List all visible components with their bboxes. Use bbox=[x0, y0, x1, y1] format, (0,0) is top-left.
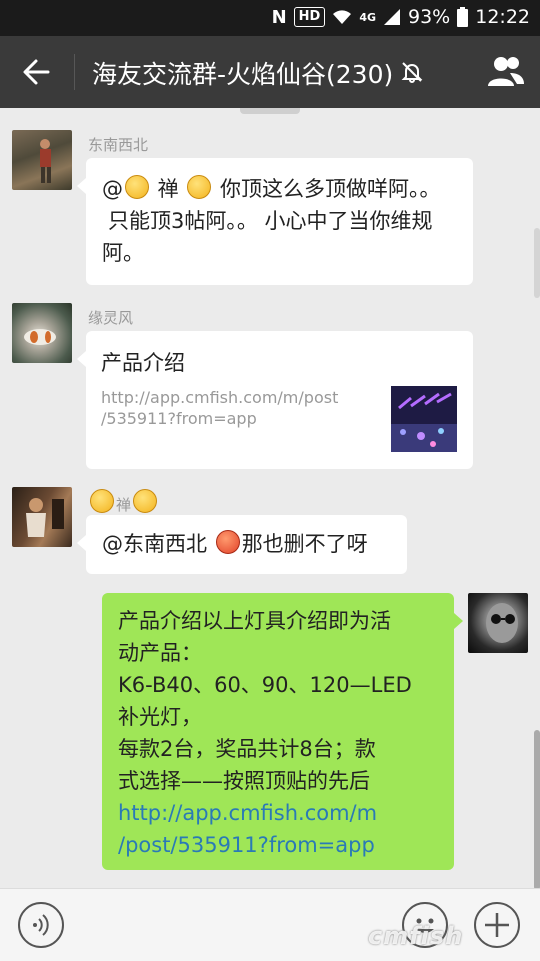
message-line: 动产品： bbox=[118, 641, 202, 665]
battery-percent: 93% bbox=[408, 6, 451, 28]
message-bubble-own[interactable]: 产品介绍以上灯具介绍即为活 动产品： K6-B40、60、90、120—LED … bbox=[102, 593, 463, 870]
smirk-emoji-icon bbox=[125, 175, 149, 199]
message-line: 式选择——按照顶贴的先后 bbox=[118, 769, 370, 793]
pull-handle bbox=[240, 108, 300, 114]
message-bubble[interactable]: @东南西北 那也删不了呀 bbox=[77, 515, 407, 574]
status-bar: N HD 4G 93% 12:22 bbox=[0, 0, 540, 36]
message-line: 阿。 bbox=[102, 241, 144, 265]
clock: 12:22 bbox=[475, 6, 530, 28]
mute-bell-icon bbox=[401, 62, 423, 83]
chat-header: 海友交流群-火焰仙谷(230) bbox=[0, 36, 540, 108]
avatar[interactable] bbox=[12, 487, 72, 547]
voice-toggle-button[interactable] bbox=[18, 902, 64, 948]
avatar[interactable] bbox=[468, 593, 528, 653]
link-thumbnail-image bbox=[391, 386, 457, 452]
battery-icon bbox=[457, 7, 469, 27]
nfc-icon: N bbox=[271, 6, 287, 28]
header-divider bbox=[74, 54, 75, 90]
link-card-bubble[interactable]: 产品介绍 http://app.cmfish.com/m/post /53591… bbox=[77, 331, 473, 469]
message-bubble[interactable]: @ 禅 你顶这么多顶做咩阿。。 只能顶3帖阿。。 小心中了当你维规 阿。 bbox=[77, 158, 473, 285]
shy-smile-emoji-icon bbox=[187, 175, 212, 199]
message-line: 产品介绍以上灯具介绍即为活 bbox=[118, 609, 391, 633]
avatar[interactable] bbox=[12, 130, 72, 190]
message-link[interactable]: /post/535911?from=app bbox=[118, 829, 444, 861]
wifi-icon bbox=[333, 10, 352, 24]
plus-icon bbox=[485, 913, 509, 937]
group-title: 海友交流群-火焰仙谷(230) bbox=[92, 60, 394, 89]
message-line: 每款2台，奖品共计8台；款 bbox=[118, 737, 376, 761]
message-line: 补光灯， bbox=[118, 705, 202, 729]
flushed-emoji-icon bbox=[215, 530, 240, 554]
sender-name: 东南西北 bbox=[88, 136, 149, 154]
network-type: 4G bbox=[359, 10, 376, 24]
avatar[interactable] bbox=[12, 303, 72, 363]
back-arrow-icon[interactable] bbox=[20, 52, 52, 92]
scroll-indicator-top bbox=[534, 228, 540, 298]
message-line: K6-B40、60、90、120—LED bbox=[118, 673, 412, 697]
more-button[interactable] bbox=[474, 902, 520, 948]
hd-badge: HD bbox=[293, 7, 326, 27]
scrollbar-thumb[interactable] bbox=[534, 730, 540, 890]
message-line: 只能顶3帖阿。。 小心中了当你维规 bbox=[108, 209, 433, 233]
shy-smile-emoji-icon bbox=[133, 489, 158, 513]
sender-name: 禅 bbox=[88, 489, 159, 515]
signal-icon bbox=[384, 9, 400, 25]
sender-name: 缘灵风 bbox=[88, 309, 134, 327]
message-link[interactable]: http://app.cmfish.com/m bbox=[118, 797, 444, 829]
link-card-title: 产品介绍 bbox=[101, 351, 185, 375]
group-members-icon[interactable] bbox=[486, 54, 526, 88]
message-line: @ 禅 你顶这么多顶做咩阿。。 bbox=[102, 175, 441, 201]
voice-icon bbox=[33, 914, 49, 936]
smirk-emoji-icon bbox=[90, 489, 114, 513]
watermark: cmfish bbox=[368, 922, 464, 950]
